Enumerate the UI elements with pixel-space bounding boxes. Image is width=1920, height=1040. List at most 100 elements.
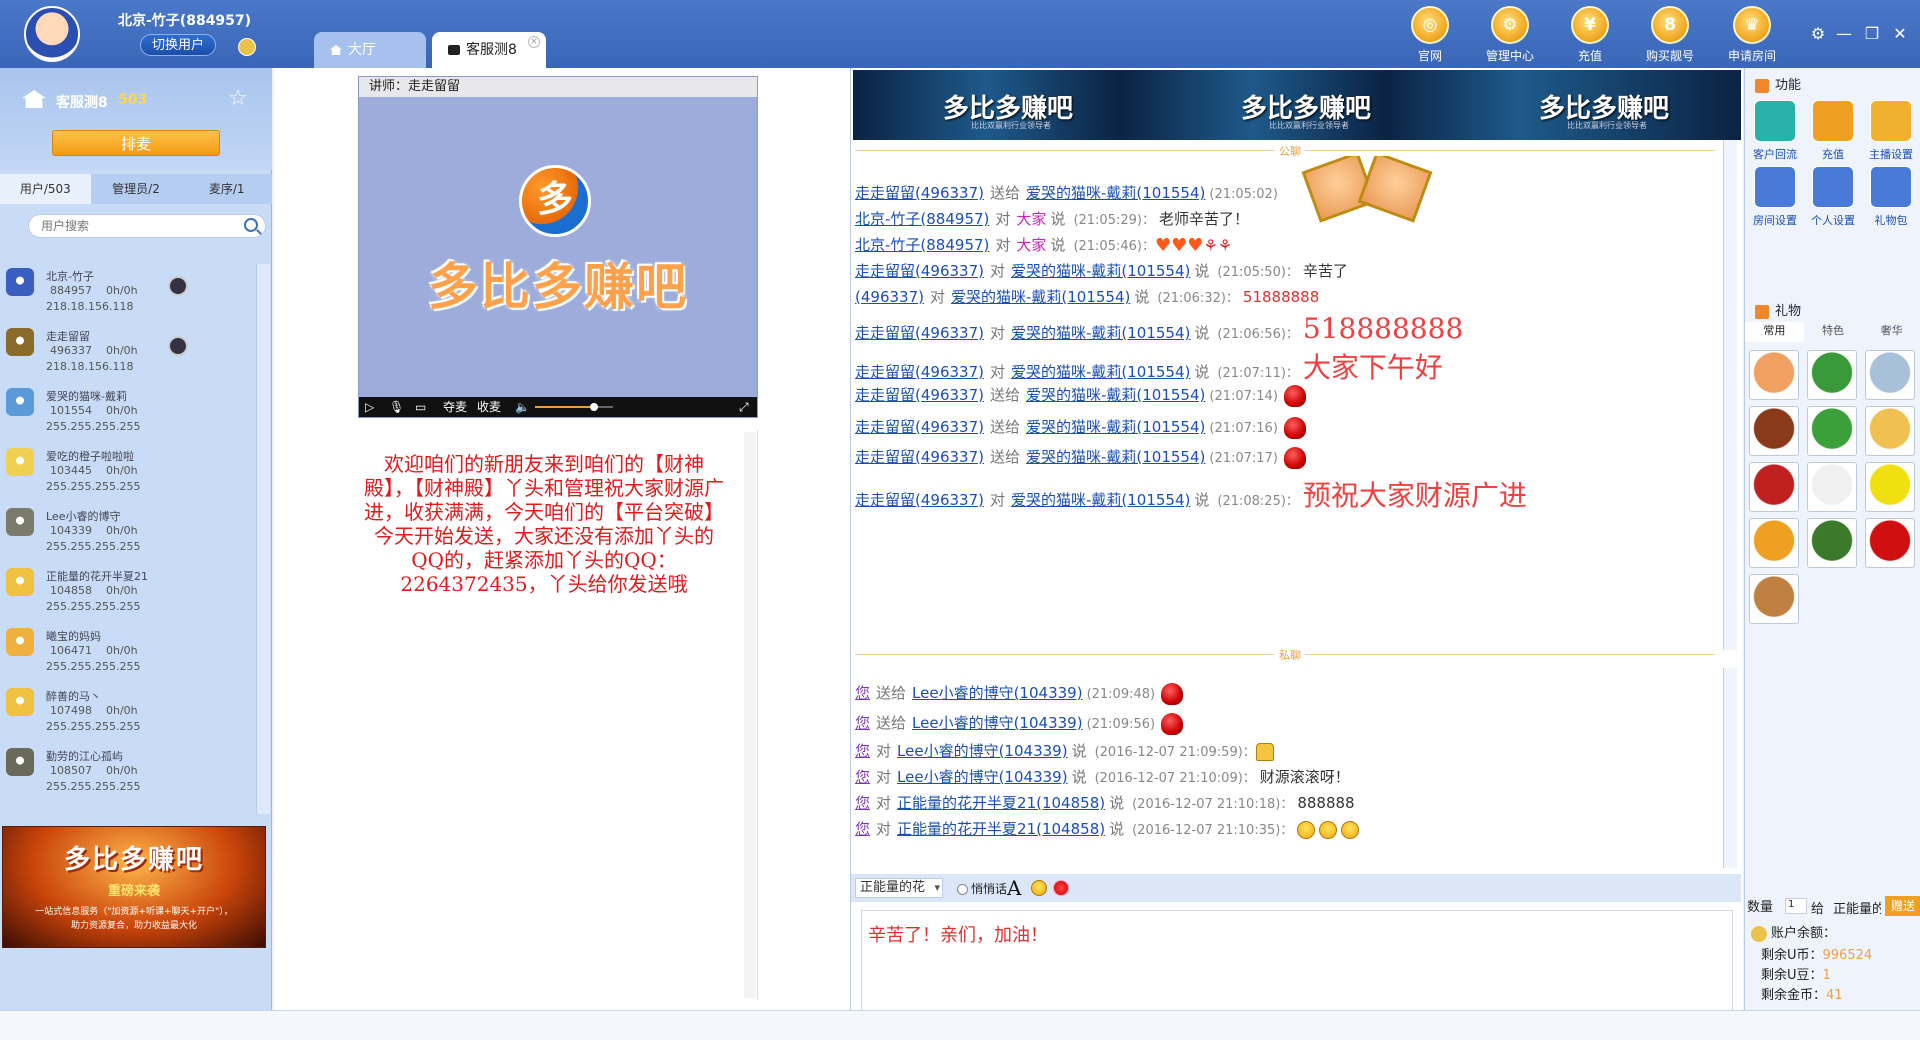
dish-gift-icon[interactable] (1749, 574, 1799, 624)
maximize-button[interactable]: ❐ (1862, 24, 1882, 43)
message-recipient[interactable]: Lee小睿的博守(104339) (897, 768, 1068, 786)
teapot-gift-icon[interactable] (1807, 462, 1857, 512)
message-recipient[interactable]: 大家 (1016, 236, 1046, 254)
search-icon[interactable] (244, 218, 258, 232)
gold-bar-gift-icon[interactable] (1865, 406, 1915, 456)
nav-official-site[interactable]: ◎ 官网 (1400, 6, 1460, 64)
message-sender[interactable]: 走走留留(496337) (855, 418, 984, 436)
tab-room[interactable]: 客服测8 × (432, 32, 546, 68)
microphone-icon[interactable]: 🎙 (389, 397, 404, 417)
message-sender[interactable]: 您 (855, 768, 870, 786)
user-list-item[interactable]: 醉善的马丶 107498 0h/0h 255.255.255.255 (0, 682, 256, 742)
camera-icon[interactable]: ▭ (415, 397, 426, 417)
function-个人设置[interactable]: 个人设置 (1805, 166, 1861, 228)
whisper-radio[interactable]: 悄悄话 (957, 880, 1007, 897)
promo-banner[interactable]: 多比多赚吧 重磅来袭 一站式信息服务（"加资源+听课+聊天+开户"）， 助力资源… (2, 826, 266, 948)
user-list-item[interactable]: 爱哭的猫咪-戴莉 101554 0h/0h 255.255.255.255 (0, 382, 256, 442)
fullscreen-icon[interactable]: ⤢ (739, 397, 749, 417)
quantity-input[interactable]: 1 (1785, 898, 1807, 914)
notice-scrollbar[interactable] (744, 432, 756, 998)
tab-mic-queue[interactable]: 麦序/1 (181, 174, 272, 204)
message-recipient[interactable]: 爱哭的猫咪-戴莉(101554) (1011, 262, 1190, 280)
function-充值[interactable]: 充值 (1805, 100, 1861, 162)
message-recipient[interactable]: 爱哭的猫咪-戴莉(101554) (1026, 184, 1205, 202)
gift-tab-common[interactable]: 常用 (1745, 322, 1804, 342)
cabbage-gift-icon[interactable] (1807, 518, 1857, 568)
settings-icon[interactable]: ⚙ (1808, 24, 1828, 43)
message-sender[interactable]: 走走留留(496337) (855, 324, 984, 342)
gift-flower-icon[interactable] (1053, 880, 1069, 896)
message-recipient[interactable]: Lee小睿的博守(104339) (912, 684, 1083, 702)
private-chat-scrollbar[interactable] (1723, 668, 1737, 868)
user-list-item[interactable]: Lee小睿的博守 104339 0h/0h 255.255.255.255 (0, 502, 256, 562)
function-房间设置[interactable]: 房间设置 (1747, 166, 1803, 228)
ghost-gift-icon[interactable] (1865, 350, 1915, 400)
cheers-gift-icon[interactable] (1807, 406, 1857, 456)
message-recipient[interactable]: 爱哭的猫咪-戴莉(101554) (951, 288, 1130, 306)
speaker-icon[interactable]: 🔈 (515, 397, 530, 417)
message-sender[interactable]: 北京-竹子(884957) (855, 210, 989, 228)
volume-slider[interactable] (535, 403, 613, 411)
message-sender[interactable]: 您 (855, 714, 870, 732)
function-主播设置[interactable]: 主播设置 (1863, 100, 1919, 162)
gift-recipient[interactable]: 正能量的 (1833, 898, 1881, 917)
message-sender[interactable]: 走走留留(496337) (855, 184, 984, 202)
message-sender[interactable]: 北京-竹子(884957) (855, 236, 989, 254)
tab-hall[interactable]: 大厅 (314, 32, 426, 68)
user-list-item[interactable]: 正能量的花开半夏21 104858 0h/0h 255.255.255.255 (0, 562, 256, 622)
message-recipient[interactable]: 爱哭的猫咪-戴莉(101554) (1026, 448, 1205, 466)
message-sender[interactable]: 走走留留(496337) (855, 491, 984, 509)
user-avatar[interactable] (24, 6, 80, 62)
thanks-gift-icon[interactable] (1807, 350, 1857, 400)
message-recipient[interactable]: 爱哭的猫咪-戴莉(101554) (1011, 491, 1190, 509)
minimize-button[interactable]: — (1834, 24, 1854, 43)
user-list-item[interactable]: 走走留留 496337 0h/0h 218.18.156.118 (0, 322, 256, 382)
message-recipient[interactable]: 正能量的花开半夏21(104858) (897, 794, 1105, 812)
grab-mic-button[interactable]: 夺麦 (443, 397, 467, 417)
lucky-cat-gift-icon[interactable] (1749, 518, 1799, 568)
tab-admins[interactable]: 管理员/2 (91, 174, 182, 204)
money-bag-icon[interactable] (238, 38, 256, 56)
tab-close-button[interactable]: × (528, 36, 540, 48)
red-packet-gift-icon[interactable] (1865, 518, 1915, 568)
user-search-input[interactable] (28, 214, 266, 238)
message-recipient[interactable]: 爱哭的猫咪-戴莉(101554) (1011, 324, 1190, 342)
message-recipient[interactable]: 大家 (1016, 210, 1046, 228)
message-recipient[interactable]: Lee小睿的博守(104339) (912, 714, 1083, 732)
gift-tab-special[interactable]: 特色 (1804, 322, 1863, 342)
tea-gift-icon[interactable] (1749, 406, 1799, 456)
gold-ball-gift-icon[interactable] (1865, 462, 1915, 512)
font-icon[interactable]: A (1007, 876, 1021, 900)
message-sender[interactable]: 您 (855, 742, 870, 760)
message-recipient[interactable]: 爱哭的猫咪-戴莉(101554) (1026, 418, 1205, 436)
message-sender[interactable]: 走走留留(496337) (855, 386, 984, 404)
emoji-icon[interactable] (1031, 880, 1047, 896)
user-list-item[interactable]: 爱吃的橙子啦啦啦 103445 0h/0h 255.255.255.255 (0, 442, 256, 502)
message-sender[interactable]: 您 (855, 794, 870, 812)
message-recipient[interactable]: 爱哭的猫咪-戴莉(101554) (1026, 386, 1205, 404)
tab-users[interactable]: 用户/503 (0, 174, 91, 204)
play-icon[interactable]: ▷ (365, 397, 374, 417)
user-list-item[interactable]: 北京-竹子 884957 0h/0h 218.18.156.118 (0, 262, 256, 322)
function-客户回流[interactable]: 客户回流 (1747, 100, 1803, 162)
message-sender[interactable]: 您 (855, 684, 870, 702)
nav-admin-center[interactable]: ⚙ 管理中心 (1480, 6, 1540, 64)
gift-tab-luxury[interactable]: 奢华 (1862, 322, 1920, 342)
user-list-scrollbar[interactable] (256, 264, 270, 814)
user-list-item[interactable]: 勤劳的江心孤屿 108507 0h/0h 255.255.255.255 (0, 742, 256, 802)
switch-user-button[interactable]: 切换用户 (140, 34, 216, 56)
chat-target-select[interactable]: 正能量的花 (855, 878, 943, 898)
user-list-item[interactable]: 曦宝的妈妈 106471 0h/0h 255.255.255.255 (0, 622, 256, 682)
message-recipient[interactable]: 爱哭的猫咪-戴莉(101554) (1011, 363, 1190, 381)
message-sender[interactable]: (496337) (855, 288, 924, 306)
message-sender[interactable]: 走走留留(496337) (855, 448, 984, 466)
nav-recharge[interactable]: ¥ 充值 (1560, 6, 1620, 64)
favorite-star-icon[interactable]: ☆ (228, 86, 248, 111)
message-sender[interactable]: 走走留留(496337) (855, 262, 984, 280)
release-mic-button[interactable]: 收麦 (477, 397, 501, 417)
close-button[interactable]: ✕ (1890, 24, 1910, 43)
message-recipient[interactable]: Lee小睿的博守(104339) (897, 742, 1068, 760)
function-礼物包[interactable]: 礼物包 (1863, 166, 1919, 228)
clap-gift-icon[interactable] (1749, 350, 1799, 400)
give-gift-button[interactable]: 赠送 (1885, 896, 1920, 916)
